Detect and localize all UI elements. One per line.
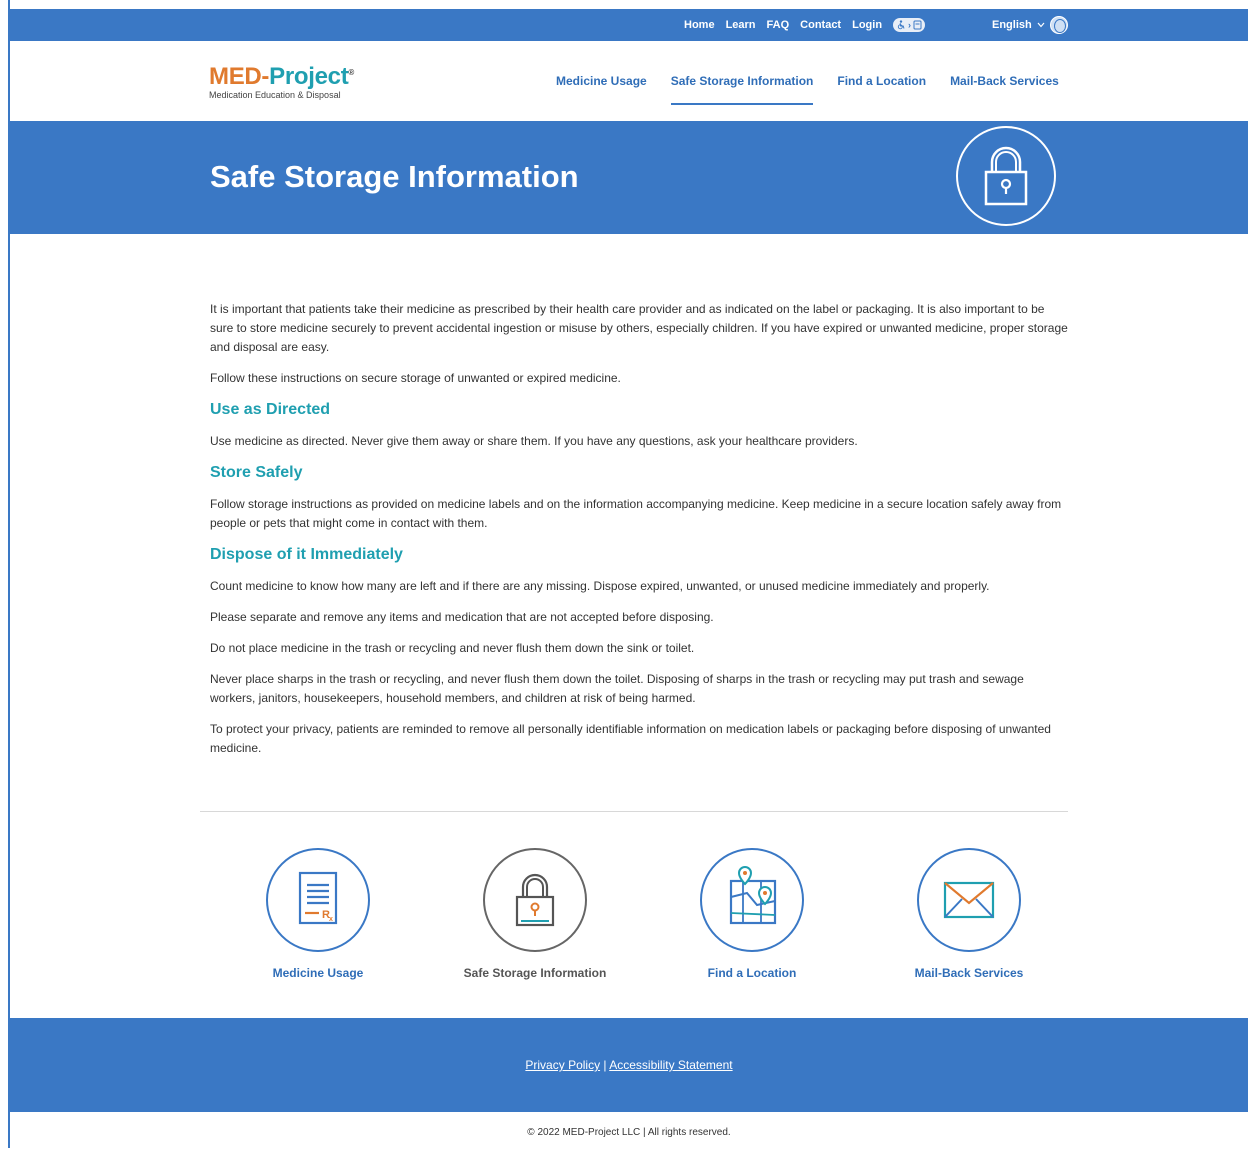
language-selector[interactable]: English [992,9,1068,41]
wheelchair-icon [897,20,905,30]
section-paragraph: Please separate and remove any items and… [210,610,714,624]
section-paragraph: To protect your privacy, patients are re… [210,722,1051,755]
login-link[interactable]: Login [852,19,882,31]
quick-link-icon-circle [700,848,804,952]
page: Home Learn FAQ Contact Login › English M… [10,0,1248,1148]
hero-icon-circle [956,126,1056,226]
site-footer: Privacy Policy | Accessibility Statement [10,1018,1248,1112]
globe-icon [1049,16,1068,34]
toggle-arrow-icon: › [908,20,912,30]
footer-separator: | [603,1058,607,1072]
envelope-icon [943,881,995,919]
quick-link-icon-circle: R x [266,848,370,952]
faq-link[interactable]: FAQ [767,19,790,31]
section-paragraph: Never place sharps in the trash or recyc… [210,672,1024,705]
lock-icon [984,146,1028,206]
quick-link-icon-circle [917,848,1021,952]
page-title: Safe Storage Information [210,159,579,194]
contact-link[interactable]: Contact [800,19,841,31]
section-heading-use-as-directed: Use as Directed [210,401,331,418]
logo-wordmark: MED-Project® [209,61,354,89]
section-heading-store-safely: Store Safely [210,464,303,481]
quick-link-label: Medicine Usage [272,966,364,980]
utility-links: Home Learn FAQ Contact Login › [684,9,926,41]
section-paragraph: Count medicine to know how many are left… [210,579,990,593]
quick-link-mail-back[interactable]: Mail-Back Services [879,848,1059,980]
section-heading-dispose: Dispose of it Immediately [210,546,403,563]
logo-registered: ® [348,68,354,77]
home-link[interactable]: Home [684,19,715,31]
map-pin-icon [729,866,777,925]
quick-link-label: Find a Location [707,966,797,980]
lock-icon [515,873,555,927]
accessibility-toggle-icon[interactable]: › [893,18,926,32]
quick-link-medicine-usage[interactable]: R x Medicine Usage [228,848,408,980]
hero-banner: Safe Storage Information [10,121,1248,234]
content-divider [200,811,1068,812]
quick-link-icon-circle [483,848,587,952]
quick-link-safe-storage[interactable]: Safe Storage Information [445,848,625,980]
main-nav: Medicine Usage Safe Storage Information … [556,41,1059,121]
nav-find-location[interactable]: Find a Location [837,74,926,88]
learn-link[interactable]: Learn [726,19,756,31]
nav-safe-storage[interactable]: Safe Storage Information [670,74,813,105]
section-paragraph: Do not place medicine in the trash or re… [210,641,695,655]
copyright-text: © 2022 MED-Project LLC | All rights rese… [527,1127,731,1138]
privacy-policy-link[interactable]: Privacy Policy [525,1058,600,1072]
site-header: MED-Project® Medication Education & Disp… [10,41,1248,121]
logo-med: MED- [209,63,270,90]
med-project-logo[interactable]: MED-Project® Medication Education & Disp… [209,61,354,101]
logo-subtitle: Medication Education & Disposal [209,90,341,100]
section-paragraph: Use medicine as directed. Never give the… [210,434,858,448]
intro-paragraph: It is important that patients take their… [210,302,1068,354]
accessibility-statement-link[interactable]: Accessibility Statement [609,1058,732,1072]
nav-medicine-usage[interactable]: Medicine Usage [556,74,647,88]
quick-link-label: Safe Storage Information [463,966,607,980]
nav-mail-back[interactable]: Mail-Back Services [950,74,1059,88]
quick-links: R x Medicine Usage Safe Storage Informat… [200,848,1068,988]
svg-text:x: x [329,916,333,923]
main-content: It is important that patients take their… [210,300,1070,770]
quick-link-label: Mail-Back Services [914,966,1024,980]
device-icon [913,20,922,30]
chevron-down-icon [1037,22,1045,28]
utility-bar: Home Learn FAQ Contact Login › English [10,9,1248,41]
footer-links: Privacy Policy | Accessibility Statement [10,1058,1248,1072]
quick-link-find-location[interactable]: Find a Location [662,848,842,980]
section-paragraph: Follow storage instructions as provided … [210,497,1062,530]
prescription-document-icon: R x [298,871,338,925]
language-label: English [992,19,1032,31]
page-frame-border [0,0,10,1148]
instructions-lead: Follow these instructions on secure stor… [210,371,621,385]
logo-project: Project [269,63,349,90]
